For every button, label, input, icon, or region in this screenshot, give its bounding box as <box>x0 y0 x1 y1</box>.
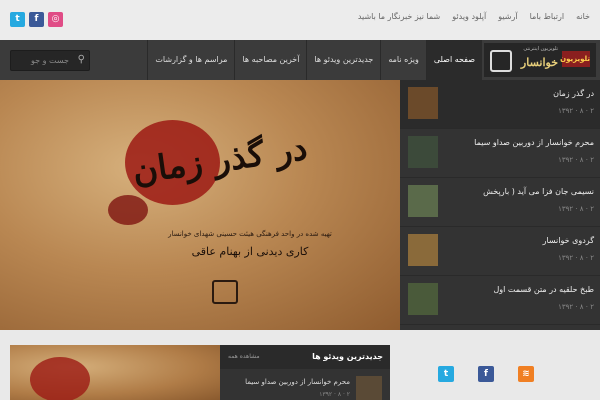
video-title: محرم خوانسار از دوربین صداو سیما <box>474 138 594 147</box>
tv-icon <box>490 50 512 72</box>
video-meta: ۱۳۹۲ · ۸ · ۲ <box>558 107 594 115</box>
top-links: خانه ارتباط باما آرشیو آپلود ویدئو شما ن… <box>358 12 590 21</box>
video-thumbnail <box>408 283 438 315</box>
blood-splash <box>30 357 90 400</box>
lower-featured-video[interactable] <box>10 345 220 400</box>
video-title: گردوی خوانسار <box>542 236 594 245</box>
video-title: نسیمی جان فزا می آید ( بارپخش <box>483 187 594 196</box>
video-list: در گذر زمان ۱۳۹۲ · ۸ · ۲ محرم خوانسار از… <box>400 80 600 330</box>
nav-item-special[interactable]: ویژه نامه <box>380 40 425 80</box>
video-meta: ۱۳۹۲ · ۸ · ۲ <box>558 254 594 262</box>
main-nav: صفحه اصلی ویژه نامه جدیدترین ویدئو ها آخ… <box>147 40 482 80</box>
logo-tagline: تلویزیون اینترنتی <box>523 46 558 52</box>
twitter-icon[interactable]: t <box>438 366 454 382</box>
video-meta: ۱۳۹۲ · ۸ · ۲ <box>319 391 350 398</box>
top-link-archive[interactable]: آرشیو <box>498 12 517 21</box>
facebook-icon[interactable]: f <box>478 366 494 382</box>
logo-badge: تلويزيون <box>560 51 590 67</box>
search-box: ⚲ <box>10 50 90 71</box>
top-link-upload[interactable]: آپلود ویدئو <box>452 12 486 21</box>
nav-item-interviews[interactable]: آخرین مصاحبه ها <box>234 40 306 80</box>
nav-item-latest-videos[interactable]: جدیدترین ویدئو ها <box>306 40 380 80</box>
video-title[interactable]: محرم خوانسار از دوربین صداو سیما <box>245 378 350 386</box>
top-link-reporter[interactable]: شما نیز خبرنگار ما باشید <box>358 12 440 21</box>
lower-left-strip <box>0 330 10 400</box>
hero-credit: کاری دیدنی از بهنام عاقی <box>191 245 309 258</box>
list-item[interactable]: گردوی خوانسار ۱۳۹۲ · ۸ · ۲ <box>400 227 600 276</box>
video-meta: ۱۳۹۲ · ۸ · ۲ <box>558 156 594 164</box>
social-top: t f ◎ <box>10 12 63 27</box>
featured-video[interactable]: در گذر زمان تهیه شده در واحد فرهنگی هیئت… <box>0 80 400 330</box>
list-item[interactable]: در گذر زمان ۱۳۹۲ · ۸ · ۲ <box>400 80 600 129</box>
video-meta: ۱۳۹۲ · ۸ · ۲ <box>558 303 594 311</box>
new-videos-heading: جدیدترین ویدئو ها <box>312 352 383 361</box>
list-item[interactable]: محرم خوانسار از دوربین صداو سیما ۱۳۹۲ · … <box>400 129 600 178</box>
nav-item-ceremonies[interactable]: مراسم ها و گزارشات <box>147 40 234 80</box>
list-item[interactable]: نسیمی جان فزا می آید ( بارپخش ۱۳۹۲ · ۸ ·… <box>400 178 600 227</box>
rss-icon[interactable]: ≋ <box>518 366 534 382</box>
new-videos-box: جدیدترین ویدئو ها مشاهده همه محرم خوانسا… <box>220 345 390 400</box>
search-input[interactable] <box>11 53 71 68</box>
video-title: طبخ حلقیه در متن قسمت اول <box>493 285 594 294</box>
video-title: در گذر زمان <box>553 89 594 98</box>
twitter-icon[interactable]: t <box>10 12 25 27</box>
top-link-home[interactable]: خانه <box>576 12 590 21</box>
video-thumbnail <box>408 87 438 119</box>
list-item[interactable]: طبخ حلقیه در متن قسمت اول ۱۳۹۲ · ۸ · ۲ <box>400 276 600 325</box>
facebook-icon[interactable]: f <box>29 12 44 27</box>
site-logo[interactable]: تلويزيون تلویزیون اینترنتی خوانسار <box>484 43 596 77</box>
top-link-contact[interactable]: ارتباط باما <box>530 12 565 21</box>
blood-splash-small <box>108 195 148 225</box>
search-icon[interactable]: ⚲ <box>78 54 85 65</box>
video-thumbnail <box>408 234 438 266</box>
video-thumbnail <box>408 185 438 217</box>
social-bottom: t f ≋ <box>438 366 534 382</box>
dribbble-icon[interactable]: ◎ <box>48 12 63 27</box>
nav-item-home[interactable]: صفحه اصلی <box>425 40 482 80</box>
video-thumbnail <box>408 136 438 168</box>
logo-name: خوانسار <box>520 56 558 69</box>
tv-logo-icon <box>212 280 238 304</box>
video-thumbnail[interactable] <box>356 376 382 400</box>
hero-subtitle: تهیه شده در واحد فرهنگی هیئت حسینی شهدای… <box>168 230 332 238</box>
video-meta: ۱۳۹۲ · ۸ · ۲ <box>558 205 594 213</box>
view-all-link[interactable]: مشاهده همه <box>228 353 260 360</box>
